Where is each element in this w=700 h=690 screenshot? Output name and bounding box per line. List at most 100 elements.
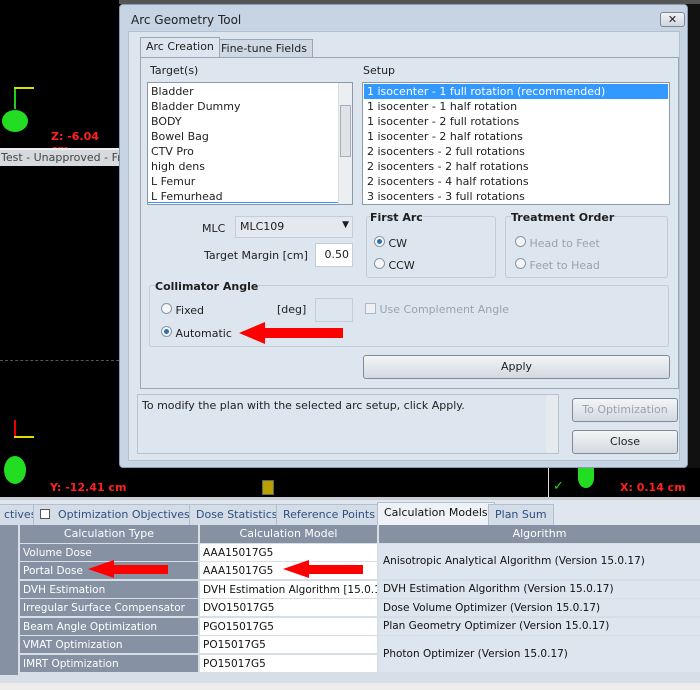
checkbox-icon[interactable]	[40, 509, 50, 519]
header-algorithm: Algorithm	[379, 525, 700, 543]
target-item[interactable]: L Femur	[148, 174, 352, 189]
calculation-type-cell: Beam Angle Optimization	[20, 617, 198, 635]
algorithm-cell: Anisotropic Analytical Algorithm (Versio…	[379, 543, 700, 579]
target-item[interactable]: high dens	[148, 159, 352, 174]
radio-icon	[161, 303, 172, 314]
info-text-box: To modify the plan with the selected arc…	[137, 394, 559, 454]
targets-scrollbar[interactable]	[338, 83, 352, 204]
algorithm-cell: DVH Estimation Algorithm (Version 15.0.1…	[379, 580, 700, 598]
radio-icon	[374, 236, 385, 247]
calculation-type-cell: IMRT Optimization	[20, 654, 198, 672]
orientation-axis-icon	[14, 436, 34, 438]
setup-label: Setup	[363, 64, 396, 77]
radio-automatic[interactable]: Automatic	[161, 326, 232, 340]
header-calculation-model: Calculation Model	[200, 525, 379, 543]
checkbox-icon	[365, 303, 376, 314]
tab-label: Optimization Objectives	[58, 508, 190, 521]
algorithm-cell: Plan Geometry Optimizer (Version 15.0.17…	[379, 617, 700, 635]
calculation-type-cell: DVH Estimation	[20, 580, 198, 598]
radio-fixed[interactable]: Fixed	[161, 303, 204, 317]
ccw-label: CCW	[388, 259, 415, 272]
mlc-select[interactable]: MLC109 ▼	[235, 216, 353, 238]
setup-item[interactable]: 2 isocenters - 4 half rotations	[364, 174, 668, 189]
targets-label: Target(s)	[150, 64, 199, 77]
setup-item[interactable]: 1 isocenter - 2 full rotations	[364, 114, 668, 129]
targets-list[interactable]: Bladder Bladder Dummy BODY Bowel Bag CTV Pro…	[147, 82, 353, 205]
scroll-thumb[interactable]	[340, 105, 351, 157]
focus-underline	[148, 202, 338, 203]
radio-feet-to-head[interactable]: Feet to Head	[515, 258, 600, 272]
setup-item[interactable]: 2 isocenters - 2 full rotations	[364, 144, 668, 159]
y-readout: Y: -12.41 cm	[50, 481, 127, 494]
feet-to-head-label: Feet to Head	[529, 259, 600, 272]
setup-list[interactable]: 1 isocenter - 1 full rotation (recommend…	[362, 82, 670, 205]
close-button[interactable]: Close	[572, 430, 678, 454]
check-icon: ✓	[553, 479, 564, 494]
target-margin-input[interactable]: 0.50	[315, 243, 353, 267]
complement-label: Use Complement Angle	[379, 303, 510, 316]
dialog-client: Arc Creation Fine-tune Fields Target(s) …	[128, 31, 680, 461]
fixed-angle-input[interactable]	[315, 298, 353, 322]
setup-item[interactable]: 2 isocenters - 2 half rotations	[364, 159, 668, 174]
mlc-label: MLC	[202, 222, 226, 235]
tab-reference-points[interactable]: Reference Points	[276, 504, 382, 525]
target-item[interactable]: Bladder Dummy	[148, 99, 352, 114]
calculation-model-cell[interactable]: DVH Estimation Algorithm [15.0.17]	[200, 580, 377, 598]
mlc-value: MLC109	[240, 220, 285, 233]
calculation-model-cell[interactable]: PO15017G5	[200, 654, 377, 672]
patient-figure-icon	[578, 468, 594, 488]
close-icon[interactable]: ✕	[660, 12, 685, 27]
deg-label: [deg]	[277, 303, 307, 316]
automatic-label: Automatic	[175, 327, 232, 340]
patient-figure-icon	[2, 110, 28, 132]
arc-creation-panel: Target(s) Bladder Bladder Dummy BODY Bowel …	[140, 57, 679, 389]
setup-item[interactable]: 1 isocenter - 1 half rotation	[364, 99, 668, 114]
target-item[interactable]: CTV Pro	[148, 144, 352, 159]
tab-dose-statistics[interactable]: Dose Statistics	[189, 504, 285, 525]
target-item[interactable]: Bowel Bag	[148, 129, 352, 144]
radio-icon	[515, 236, 526, 247]
apply-button[interactable]: Apply	[363, 355, 670, 379]
info-scrollbar[interactable]	[546, 395, 558, 453]
calculation-model-cell[interactable]: DVO15017G5	[200, 599, 377, 616]
tab-optimization-objectives[interactable]: Optimization Objectives	[33, 504, 197, 525]
patient-figure-icon	[4, 456, 26, 484]
algorithm-cell: Dose Volume Optimizer (Version 15.0.17)	[379, 599, 700, 616]
head-to-feet-label: Head to Feet	[529, 237, 600, 250]
viewer-top-left[interactable]: Z: -6.04 cm	[0, 0, 119, 156]
fixed-label: Fixed	[175, 304, 205, 317]
use-complement-checkbox[interactable]: Use Complement Angle	[365, 303, 509, 316]
radio-cw[interactable]: CW	[374, 236, 407, 250]
bottom-strip	[0, 683, 700, 690]
info-text: To modify the plan with the selected arc…	[142, 399, 465, 412]
radio-head-to-feet[interactable]: Head to Feet	[515, 236, 600, 250]
setup-item[interactable]: 1 isocenter - 2 half rotations	[364, 129, 668, 144]
radio-icon	[515, 258, 526, 269]
calculation-type-cell: Irregular Surface Compensator	[20, 599, 198, 616]
tab-arc-creation[interactable]: Arc Creation	[140, 37, 220, 57]
setup-item[interactable]: 3 isocenters - 3 full rotations	[364, 189, 668, 204]
target-margin-label: Target Margin [cm]	[204, 249, 308, 262]
calculation-type-cell: VMAT Optimization	[20, 636, 198, 653]
status-bar: Test - Unapproved - Fro	[0, 148, 125, 166]
orientation-axis-icon	[14, 87, 34, 89]
radio-icon	[374, 258, 385, 269]
calculation-model-cell[interactable]: PO15017G5	[200, 636, 377, 653]
calculation-model-cell[interactable]: AAA15017G5	[200, 543, 377, 561]
radio-ccw[interactable]: CCW	[374, 258, 415, 272]
orientation-axis-icon	[14, 87, 16, 109]
viewer-divider	[548, 468, 549, 498]
to-optimization-button[interactable]: To Optimization	[572, 398, 678, 422]
target-item[interactable]: BODY	[148, 114, 352, 129]
chevron-down-icon: ▼	[342, 220, 349, 230]
x-readout: X: 0.14 cm	[620, 481, 686, 494]
tab-plan-sum[interactable]: Plan Sum	[488, 504, 554, 525]
collimator-angle-title: Collimator Angle	[155, 280, 259, 293]
tab-calculation-models[interactable]: Calculation Models	[377, 502, 495, 525]
radio-icon	[161, 326, 172, 337]
setup-item[interactable]: 1 isocenter - 1 full rotation (recommend…	[363, 83, 669, 100]
tab-fine-tune-fields[interactable]: Fine-tune Fields	[215, 39, 313, 58]
header-calculation-type: Calculation Type	[20, 525, 200, 543]
calculation-model-cell[interactable]: PGO15017G5	[200, 617, 377, 635]
target-item[interactable]: Bladder	[148, 84, 352, 99]
